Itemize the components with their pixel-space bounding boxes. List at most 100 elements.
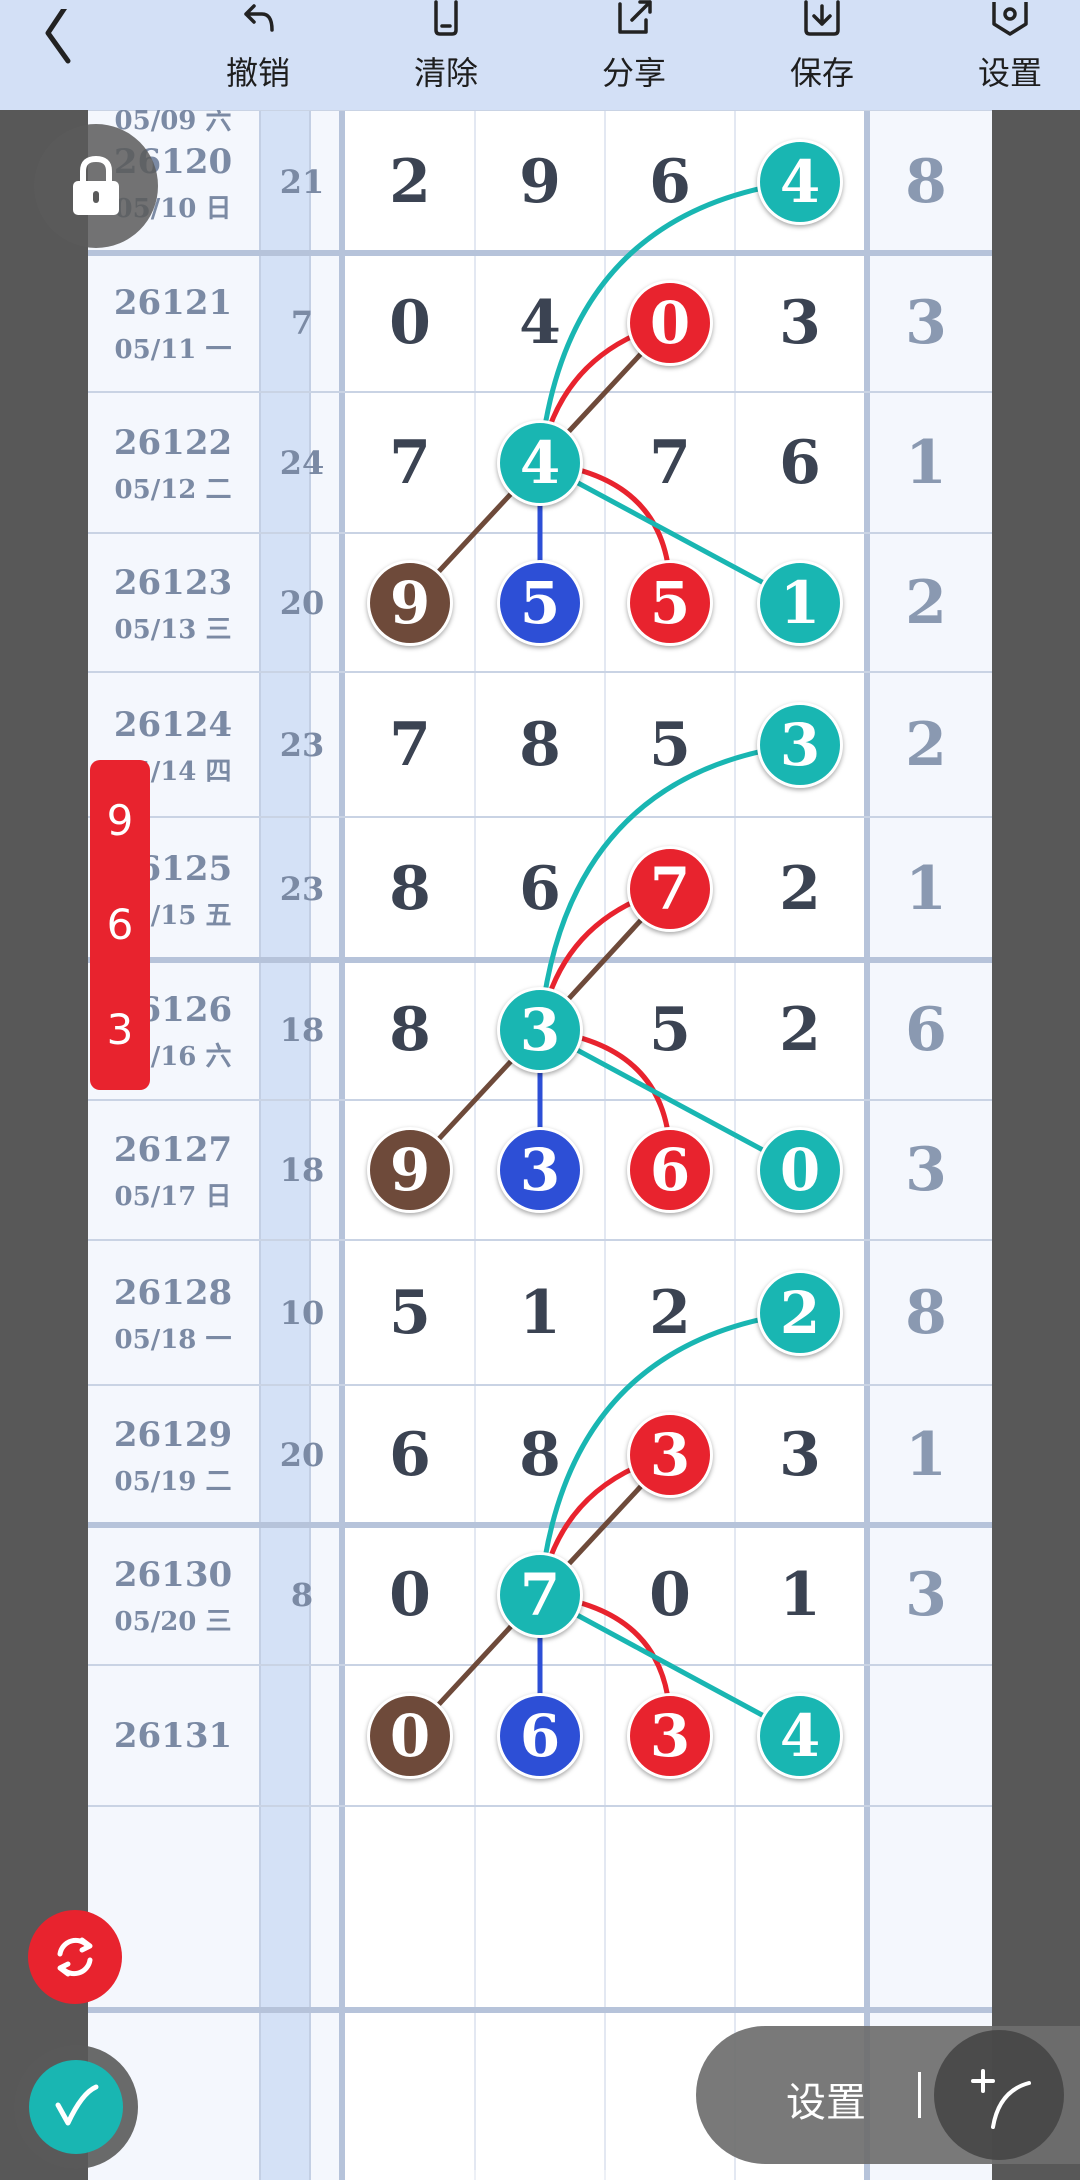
tail-value: 1 [905,1420,947,1490]
highlight-ball[interactable]: 3 [497,987,583,1073]
highlight-ball[interactable]: 6 [497,1692,583,1779]
sum-value: 20 [279,583,325,622]
tail-value: 3 [905,1135,947,1205]
sum-value: 24 [279,443,325,482]
bottom-settings-label[interactable]: 设置 [786,2070,866,2128]
period-label: 26130 05/20 三 [88,1555,258,1638]
highlight-ball[interactable]: 0 [627,279,713,366]
download-icon [804,0,840,36]
highlight-ball[interactable]: 0 [757,1127,843,1213]
settings-label: 设置 [977,54,1042,92]
digit-cell: 6 [389,1420,431,1490]
pen-icon [55,2084,99,2126]
period-number: 26124 [113,704,233,745]
sum-value: 18 [279,1151,325,1189]
side-strip-number[interactable]: 9 [107,796,134,845]
highlight-ball[interactable]: 5 [497,559,583,646]
highlight-ball[interactable]: 9 [367,559,453,646]
period-date: 05/18 一 [114,1324,232,1355]
sum-value: 23 [279,725,325,764]
digit-cell: 2 [389,146,431,217]
digit-cell: 6 [779,427,821,498]
highlight-ball[interactable]: 3 [757,701,843,788]
refresh-icon [57,1937,93,1977]
highlight-ball[interactable]: 4 [757,138,843,225]
highlight-ball[interactable]: 4 [497,419,583,506]
period-label: 26122 05/12 二 [88,423,258,506]
period-label: 26131 [88,1716,258,1756]
digit-cell: 6 [649,146,691,217]
period-date: 05/19 二 [114,1467,232,1497]
trend-chart[interactable]: 05/09 六 26120 05/10 日 21 2 9 6 8 26121 05/11 一704… [88,110,992,2180]
highlight-ball[interactable]: 1 [757,559,843,646]
tail-value: 3 [905,287,947,358]
highlight-ball[interactable]: 3 [627,1692,713,1779]
highlight-ball[interactable]: 5 [627,559,713,646]
highlight-ball[interactable]: 4 [757,1692,843,1779]
digit-cell: 6 [519,853,561,924]
tail-value: 3 [905,1560,947,1630]
horizontal-scrollbar[interactable] [362,2170,720,2180]
period-label: 26127 05/17 日 [88,1130,258,1213]
digit-cell: 1 [519,1277,561,1348]
highlight-ball[interactable]: 7 [497,1552,583,1638]
settings-button[interactable]: 设置 [950,0,1070,110]
period-number: 26127 [113,1130,233,1170]
period-number: 26123 [113,562,233,603]
highlight-ball[interactable]: 7 [627,845,713,932]
pen-icon-bg [29,2060,123,2154]
chevron-left-icon [45,9,71,64]
period-label: 26121 05/11 一 [88,283,258,366]
bottom-settings-bar[interactable]: 设置 [696,2026,1080,2164]
digit-cell: 7 [389,709,431,780]
digit-cell: 1 [779,1560,821,1630]
save-button[interactable]: 保存 [762,0,882,110]
clear-label: 清除 [413,54,478,92]
sum-value: 7 [290,303,314,342]
period-date: 05/13 三 [114,614,232,645]
separator [918,2072,921,2118]
top-toolbar: 撤销 清除 分享 保存 设置 [0,0,1080,110]
period-date: 05/12 二 [114,474,232,505]
refresh-button[interactable] [28,1910,122,2004]
digit-cell: 0 [389,1560,431,1630]
side-strip-number[interactable]: 6 [107,900,134,949]
pen-button[interactable] [14,2045,138,2169]
period-number: 26121 [113,282,233,323]
sum-value: 8 [290,1576,314,1614]
digit-cell: 5 [389,1277,431,1348]
highlight-ball[interactable]: 2 [757,1269,843,1356]
draw-line-button[interactable] [934,2030,1064,2160]
digit-cell: 5 [649,709,691,780]
period-label: 26129 05/19 二 [88,1415,258,1498]
tail-value: 8 [905,1277,947,1348]
side-strip-number[interactable]: 3 [107,1005,134,1054]
highlight-ball[interactable]: 3 [627,1412,713,1498]
digit-cell: 3 [779,1420,821,1490]
highlight-ball[interactable]: 3 [497,1127,583,1213]
save-label: 保存 [789,54,854,92]
gear-icon [992,2,1028,36]
sum-value: 20 [279,1436,325,1474]
digit-cell: 7 [649,427,691,498]
highlight-ball[interactable]: 6 [627,1127,713,1213]
trash-icon [434,0,458,36]
digit-cell: 9 [519,146,561,217]
undo-label: 撤销 [225,54,290,92]
digit-cell: 5 [649,995,691,1065]
tail-value: 6 [905,995,947,1065]
highlight-ball[interactable]: 9 [367,1127,453,1213]
sum-value: 23 [279,869,325,908]
period-number: 26131 [113,1715,233,1756]
period-date: 05/17 日 [114,1182,232,1212]
digit-cell: 8 [389,995,431,1065]
share-button[interactable]: 分享 [574,0,694,110]
clear-button[interactable]: 清除 [386,0,506,110]
lock-button[interactable] [34,124,158,248]
side-number-strip[interactable]: 9 6 3 [90,760,150,1090]
period-date: 05/20 三 [114,1607,232,1637]
highlight-ball[interactable]: 0 [367,1692,453,1779]
undo-button[interactable]: 撤销 [198,0,318,110]
digit-cell: 8 [519,709,561,780]
back-button[interactable] [28,0,88,78]
